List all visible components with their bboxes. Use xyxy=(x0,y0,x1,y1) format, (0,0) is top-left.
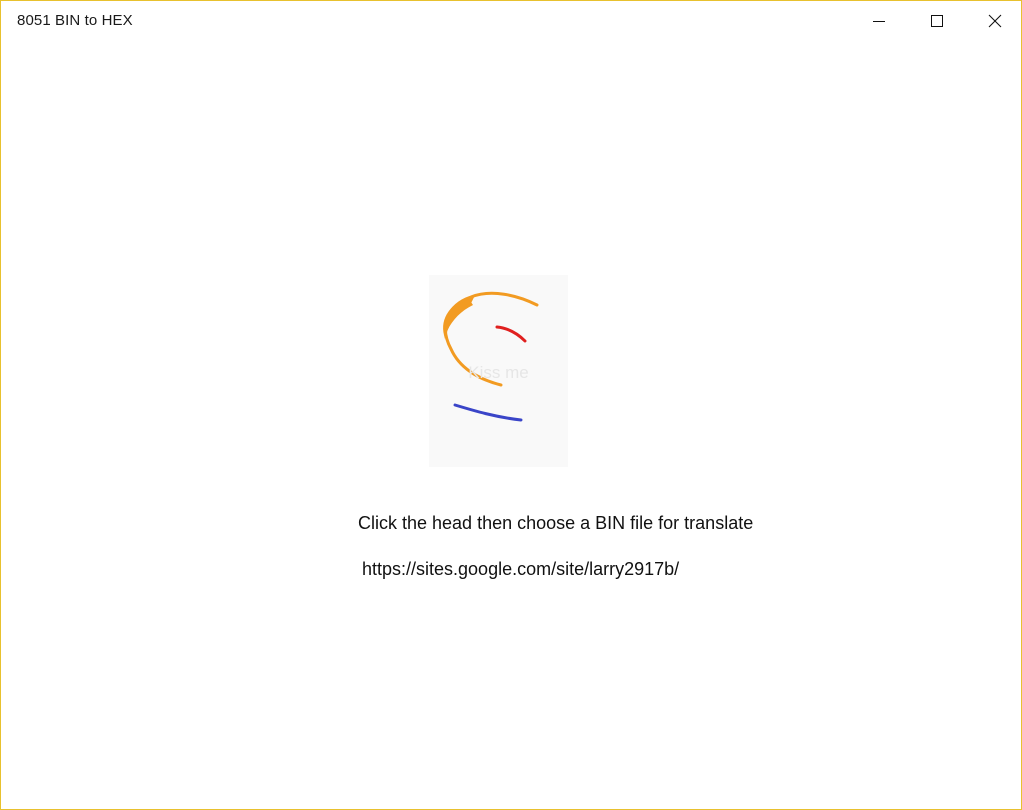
window-title: 8051 BIN to HEX xyxy=(17,12,133,29)
kiss-me-label: Kiss me xyxy=(468,363,529,382)
website-link[interactable]: https://sites.google.com/site/larry2917b… xyxy=(362,559,679,580)
maximize-icon xyxy=(931,15,943,27)
close-button[interactable] xyxy=(966,1,1022,41)
close-icon xyxy=(988,14,1002,28)
minimize-icon xyxy=(873,21,885,22)
title-bar[interactable]: 8051 BIN to HEX xyxy=(1,1,1021,41)
maximize-button[interactable] xyxy=(908,1,966,41)
app-window: 8051 BIN to HEX Kiss me Click the head t… xyxy=(0,0,1022,810)
head-button[interactable]: Kiss me xyxy=(429,275,568,467)
minimize-button[interactable] xyxy=(850,1,908,41)
instruction-text: Click the head then choose a BIN file fo… xyxy=(358,513,754,533)
